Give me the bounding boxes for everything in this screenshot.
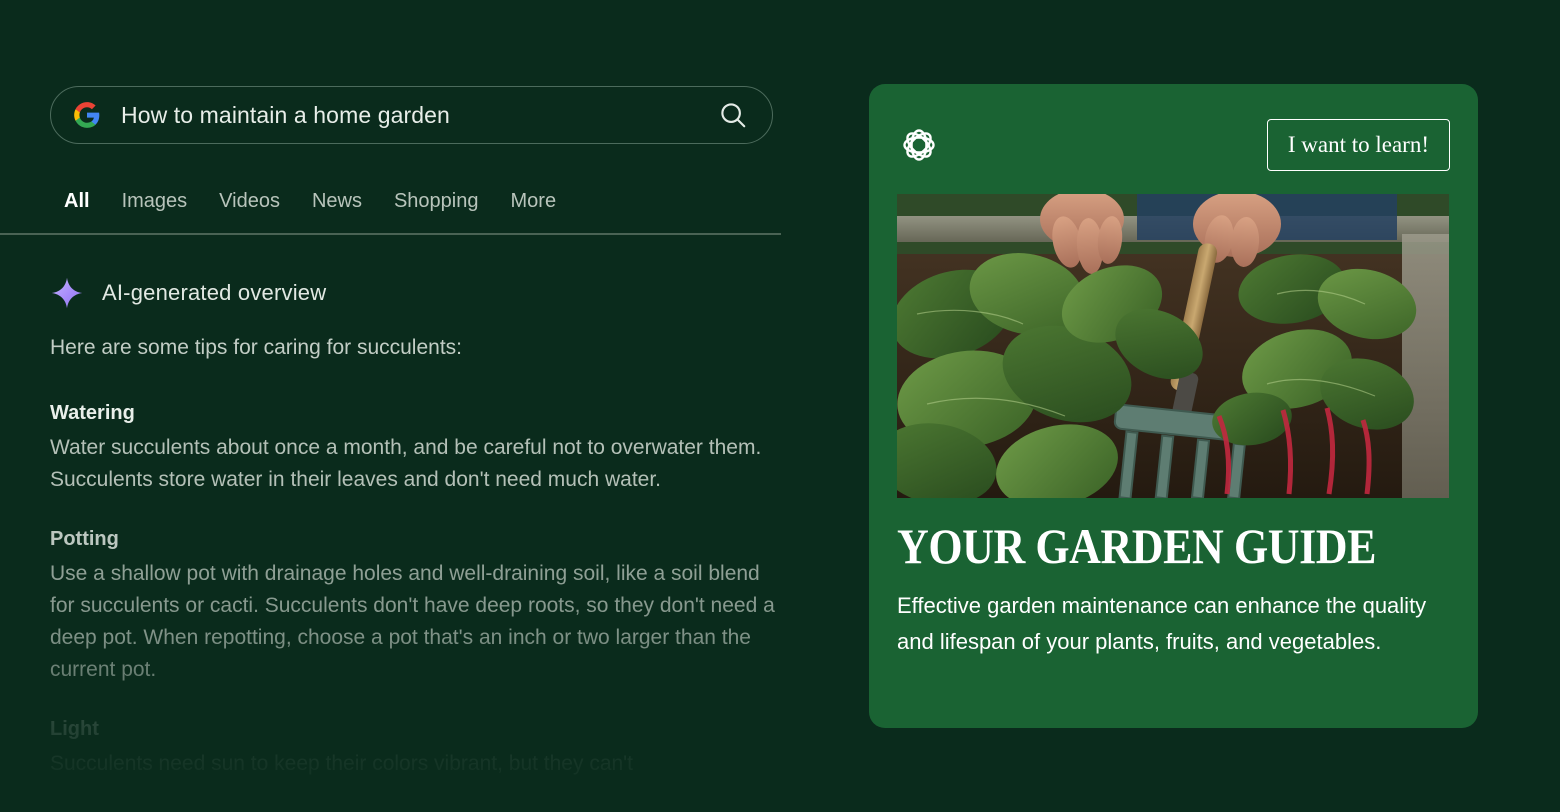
ai-section-body: Succulents need sun to keep their colors… bbox=[50, 752, 634, 775]
tabs-divider bbox=[0, 233, 781, 235]
search-bar[interactable]: How to maintain a home garden bbox=[50, 86, 773, 144]
tab-all[interactable]: All bbox=[64, 186, 110, 216]
tab-videos[interactable]: Videos bbox=[207, 186, 300, 216]
ai-section-potting: Potting Use a shallow pot with drainage … bbox=[50, 524, 790, 686]
search-icon[interactable] bbox=[718, 100, 748, 130]
ai-section-body: Water succulents about once a month, and… bbox=[50, 436, 762, 491]
garden-guide-card: I want to learn! YOUR GARDEN GUIDE Effec… bbox=[869, 84, 1478, 728]
card-description: Effective garden maintenance can enhance… bbox=[897, 593, 1427, 654]
ai-overview-intro: Here are some tips for caring for succul… bbox=[50, 336, 463, 359]
celtic-knot-logo-icon bbox=[903, 129, 935, 161]
garden-photo-illustration bbox=[897, 194, 1449, 498]
search-results-panel: How to maintain a home garden All Images… bbox=[0, 0, 800, 812]
tab-more[interactable]: More bbox=[499, 186, 577, 216]
ai-section-light: Light Succulents need sun to keep their … bbox=[50, 714, 790, 780]
ai-overview-header: AI-generated overview bbox=[50, 276, 326, 310]
i-want-to-learn-button[interactable]: I want to learn! bbox=[1266, 119, 1450, 171]
garden-photo bbox=[897, 194, 1449, 498]
search-input[interactable]: How to maintain a home garden bbox=[121, 102, 718, 129]
card-header: I want to learn! bbox=[897, 117, 1450, 173]
ai-section-heading: Potting bbox=[50, 528, 119, 550]
google-g-icon bbox=[74, 102, 100, 128]
tab-images[interactable]: Images bbox=[110, 186, 208, 216]
card-title: YOUR GARDEN GUIDE bbox=[897, 518, 1376, 574]
ai-section-heading: Light bbox=[50, 718, 99, 740]
ai-section-watering: Watering Water succulents about once a m… bbox=[50, 398, 790, 496]
ai-section-heading: Watering bbox=[50, 402, 135, 424]
ai-overview-label: AI-generated overview bbox=[102, 280, 327, 305]
sparkle-icon bbox=[51, 277, 83, 309]
search-tabs: All Images Videos News Shopping More bbox=[64, 186, 576, 216]
tab-shopping[interactable]: Shopping bbox=[382, 186, 499, 216]
ai-overview-body: Here are some tips for caring for succul… bbox=[50, 332, 790, 808]
ai-section-body: Use a shallow pot with drainage holes an… bbox=[50, 562, 775, 681]
tab-news[interactable]: News bbox=[300, 186, 382, 216]
